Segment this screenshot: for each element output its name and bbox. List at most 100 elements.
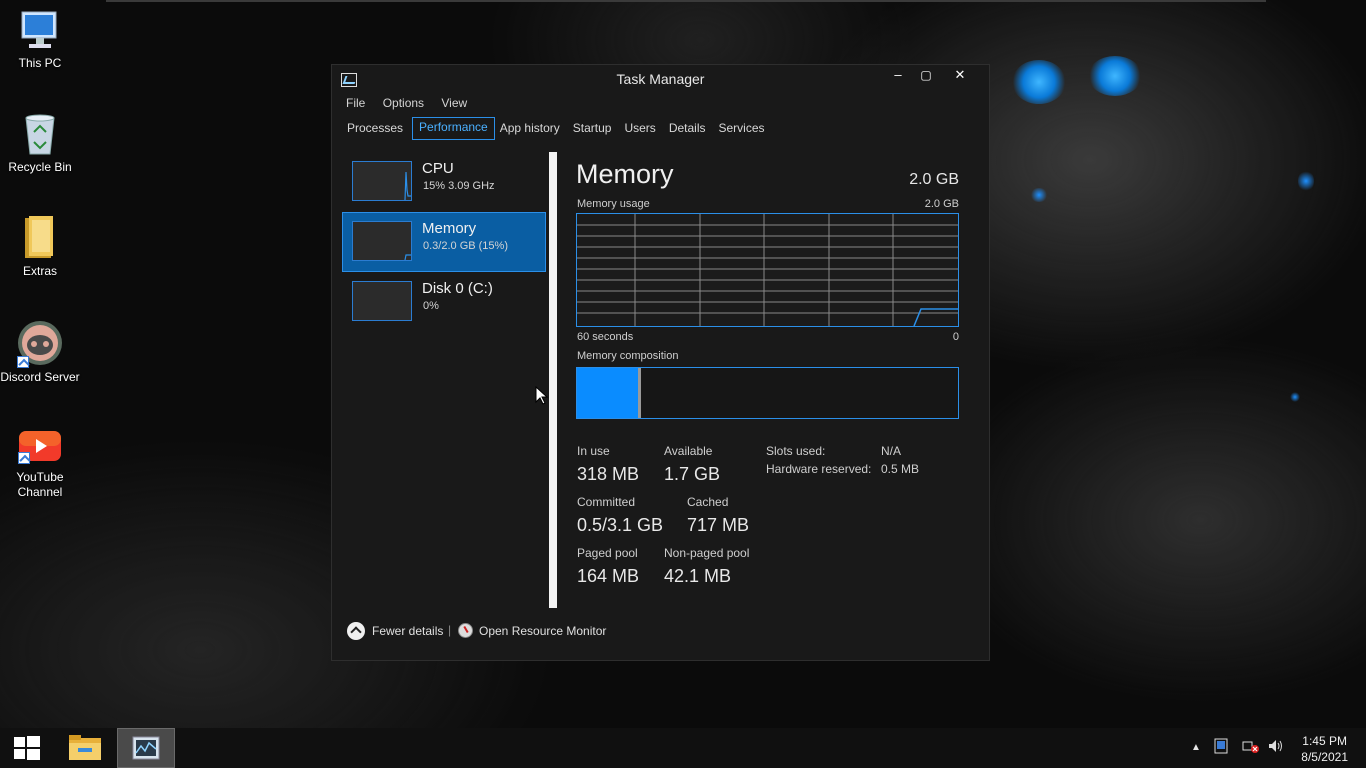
desktop-icon-label: Extras <box>22 264 57 278</box>
wallpaper-glow <box>1298 170 1314 192</box>
desktop-icon-extras[interactable]: Extras <box>0 214 80 279</box>
slots-used-value: N/A <box>881 444 902 458</box>
menu-file[interactable]: File <box>346 96 365 110</box>
network-disconnected-icon[interactable] <box>1242 738 1260 757</box>
tab-app-history[interactable]: App history <box>499 117 566 141</box>
panel-title: Memory <box>576 159 674 189</box>
taskbar-file-explorer[interactable] <box>60 728 110 768</box>
memory-total: 2.0 GB <box>909 171 959 188</box>
minimize-button[interactable]: – <box>884 67 912 87</box>
show-hidden-icons-icon[interactable]: ▲ <box>1191 742 1201 753</box>
wallpaper-glow <box>1012 60 1066 104</box>
desktop-icon-label: Discord Server <box>0 370 80 384</box>
cpu-mini-graph <box>352 161 412 201</box>
menu-options[interactable]: Options <box>383 96 424 110</box>
tab-performance[interactable]: Performance <box>412 117 495 140</box>
desktop-icon-label: YouTube Channel <box>16 470 64 499</box>
taskbar: ▲ 1:45 PM 8/5/2021 <box>0 728 1366 768</box>
in-use-label: In use <box>577 444 610 458</box>
folder-icon <box>23 214 57 260</box>
tab-services[interactable]: Services <box>718 117 771 141</box>
disk-mini-graph <box>352 281 412 321</box>
sidebar-item-detail: 0.3/2.0 GB (15%) <box>423 240 508 252</box>
fewer-details-link[interactable]: Fewer details <box>372 624 443 638</box>
cached-label: Cached <box>687 495 729 509</box>
wallpaper-glow <box>1030 188 1048 202</box>
composition-in-use <box>577 368 638 418</box>
footer-separator: | <box>448 623 452 637</box>
tab-startup[interactable]: Startup <box>572 117 618 141</box>
action-center-icon[interactable] <box>1214 738 1228 757</box>
shortcut-arrow-icon <box>18 452 30 464</box>
non-paged-pool-value: 42.1 MB <box>664 566 732 586</box>
hardware-reserved-label: Hardware reserved: <box>766 462 872 476</box>
tab-details[interactable]: Details <box>668 117 712 141</box>
hardware-reserved-value: 0.5 MB <box>881 462 920 476</box>
task-manager-window: Task Manager – ▢ ✕ File Options View Pro… <box>331 64 990 661</box>
available-label: Available <box>664 444 713 458</box>
resource-monitor-icon[interactable] <box>458 623 473 638</box>
sidebar-item-detail: 15% 3.09 GHz <box>423 180 495 192</box>
sidebar-item-memory[interactable]: Memory 0.3/2.0 GB (15%) <box>342 212 546 272</box>
sidebar-item-cpu[interactable]: CPU 15% 3.09 GHz <box>342 152 546 212</box>
task-manager-icon <box>132 736 160 760</box>
available-value: 1.7 GB <box>664 464 721 484</box>
composition-modified <box>638 368 641 418</box>
shortcut-arrow-icon <box>17 356 29 368</box>
sidebar-item-disk[interactable]: Disk 0 (C:) 0% <box>342 272 546 332</box>
in-use-value: 318 MB <box>577 464 640 484</box>
youtube-icon <box>18 430 62 464</box>
paged-pool-label: Paged pool <box>577 546 638 560</box>
desktop-icon-this-pc[interactable]: This PC <box>0 10 80 71</box>
taskbar-task-manager[interactable] <box>117 728 175 768</box>
desktop-top-edge <box>106 0 1266 2</box>
tab-processes[interactable]: Processes <box>346 117 409 141</box>
wallpaper-glow <box>1290 392 1300 402</box>
open-resource-monitor-link[interactable]: Open Resource Monitor <box>479 624 606 638</box>
recycle-bin-icon <box>20 112 60 156</box>
desktop-icon-youtube-channel[interactable]: YouTube Channel <box>0 430 80 500</box>
committed-label: Committed <box>577 495 636 509</box>
slots-used-label: Slots used: <box>766 444 826 458</box>
discord-icon <box>17 320 63 368</box>
sidebar-item-detail: 0% <box>423 300 439 312</box>
this-pc-icon <box>18 10 62 52</box>
file-explorer-icon <box>69 735 101 760</box>
chevron-up-icon[interactable] <box>347 622 365 640</box>
desktop-icon-label: Recycle Bin <box>8 160 72 174</box>
menu-view[interactable]: View <box>441 96 467 110</box>
tab-bar: Processes Performance App history Startu… <box>346 117 777 141</box>
time-axis-left: 60 seconds <box>577 331 634 343</box>
non-paged-pool-label: Non-paged pool <box>664 546 750 560</box>
cached-value: 717 MB <box>687 515 750 535</box>
clock-date: 8/5/2021 <box>1301 750 1348 764</box>
paged-pool-value: 164 MB <box>577 566 640 586</box>
clock-time: 1:45 PM <box>1302 734 1347 748</box>
memory-composition-label: Memory composition <box>577 350 679 362</box>
tab-users[interactable]: Users <box>623 117 661 141</box>
desktop-icon-recycle-bin[interactable]: Recycle Bin <box>0 112 80 175</box>
mouse-cursor-icon <box>535 386 549 405</box>
memory-usage-label: Memory usage <box>577 198 650 210</box>
memory-composition-bar <box>576 367 959 419</box>
title-bar[interactable]: Task Manager – ▢ ✕ <box>332 65 989 95</box>
memory-usage-max: 2.0 GB <box>924 198 959 210</box>
start-button[interactable] <box>0 728 54 768</box>
sidebar-item-name: CPU <box>422 160 454 177</box>
system-clock[interactable]: 1:45 PM 8/5/2021 <box>1301 733 1348 765</box>
memory-mini-graph <box>352 221 412 261</box>
desktop-icon-discord-server[interactable]: Discord Server <box>0 320 80 385</box>
memory-usage-graph <box>576 213 959 327</box>
desktop-icon-label: This PC <box>18 56 62 70</box>
close-button[interactable]: ✕ <box>946 67 974 87</box>
maximize-button[interactable]: ▢ <box>912 67 940 87</box>
wallpaper-glow <box>1088 56 1142 96</box>
time-axis-right: 0 <box>952 331 959 343</box>
panel-splitter[interactable] <box>549 152 557 608</box>
volume-icon[interactable] <box>1267 738 1285 757</box>
committed-value: 0.5/3.1 GB <box>577 515 664 535</box>
menu-bar: File Options View <box>346 96 481 110</box>
windows-logo-icon <box>14 736 40 760</box>
sidebar-item-name: Disk 0 (C:) <box>422 280 493 297</box>
sidebar-item-name: Memory <box>422 220 477 237</box>
